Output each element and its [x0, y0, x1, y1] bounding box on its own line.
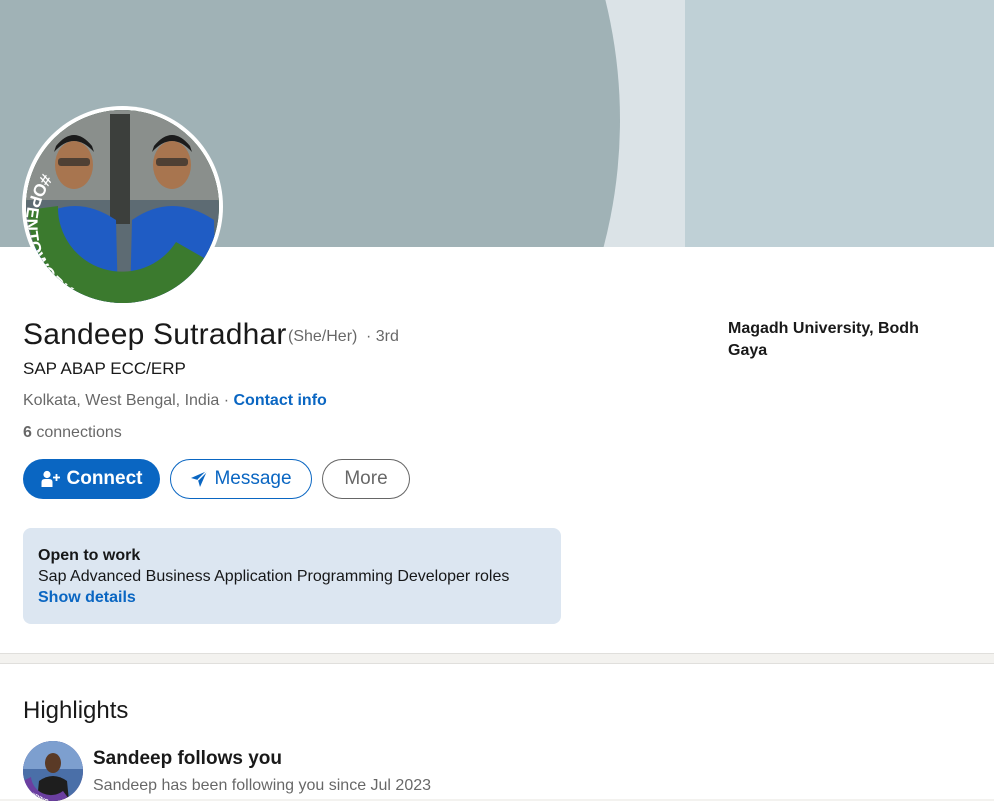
- connect-label: Connect: [66, 468, 143, 489]
- connections-label: connections: [31, 424, 122, 441]
- profile-name: Sandeep Sutradhar: [23, 318, 287, 351]
- connect-button[interactable]: Connect: [23, 459, 160, 499]
- send-icon: [190, 470, 208, 488]
- connection-degree: · 3rd: [366, 328, 399, 345]
- open-to-work-title: Open to work: [38, 547, 141, 564]
- profile-avatar[interactable]: #OPENTOWORK: [22, 106, 223, 307]
- more-label: More: [344, 468, 388, 489]
- profile-school[interactable]: Magadh University, Bodh Gaya: [728, 318, 948, 362]
- banner-panel: [685, 0, 994, 247]
- connections-count-line: 6 connections: [23, 424, 122, 442]
- more-button[interactable]: More: [322, 459, 410, 499]
- profile-location-line: Kolkata, West Bengal, India · Contact in…: [23, 392, 327, 410]
- highlight-subtitle: Sandeep has been following you since Jul…: [93, 777, 432, 794]
- message-button[interactable]: Message: [170, 459, 312, 499]
- highlight-avatar-graphic: HIRING: [23, 741, 83, 801]
- profile-headline: SAP ABAP ECC/ERP: [23, 359, 186, 378]
- section-divider: [0, 653, 994, 663]
- highlight-avatar[interactable]: HIRING: [23, 741, 83, 801]
- contact-info-link[interactable]: Contact info: [233, 392, 326, 409]
- profile-location: Kolkata, West Bengal, India ·: [23, 392, 234, 409]
- show-details-link[interactable]: Show details: [38, 587, 546, 609]
- open-to-work-card: Open to work Sap Advanced Business Appli…: [23, 528, 561, 624]
- highlight-title: Sandeep follows you: [93, 748, 282, 769]
- avatar-photo: #OPENTOWORK: [26, 110, 219, 303]
- add-person-icon: [41, 470, 61, 488]
- profile-pronouns: (She/Her): [288, 328, 358, 345]
- highlights-title: Highlights: [23, 697, 129, 724]
- avatar-photo-graphic: #OPENTOWORK: [26, 110, 219, 303]
- message-label: Message: [214, 468, 292, 489]
- highlights-card: Highlights HIRING Sandeep follows you Sa…: [0, 663, 994, 801]
- profile-card: #OPENTOWORK Sandeep Sutradhar (She/Her) …: [0, 0, 994, 653]
- open-to-work-roles: Sap Advanced Business Application Progra…: [38, 568, 510, 585]
- connections-count: 6: [23, 424, 32, 441]
